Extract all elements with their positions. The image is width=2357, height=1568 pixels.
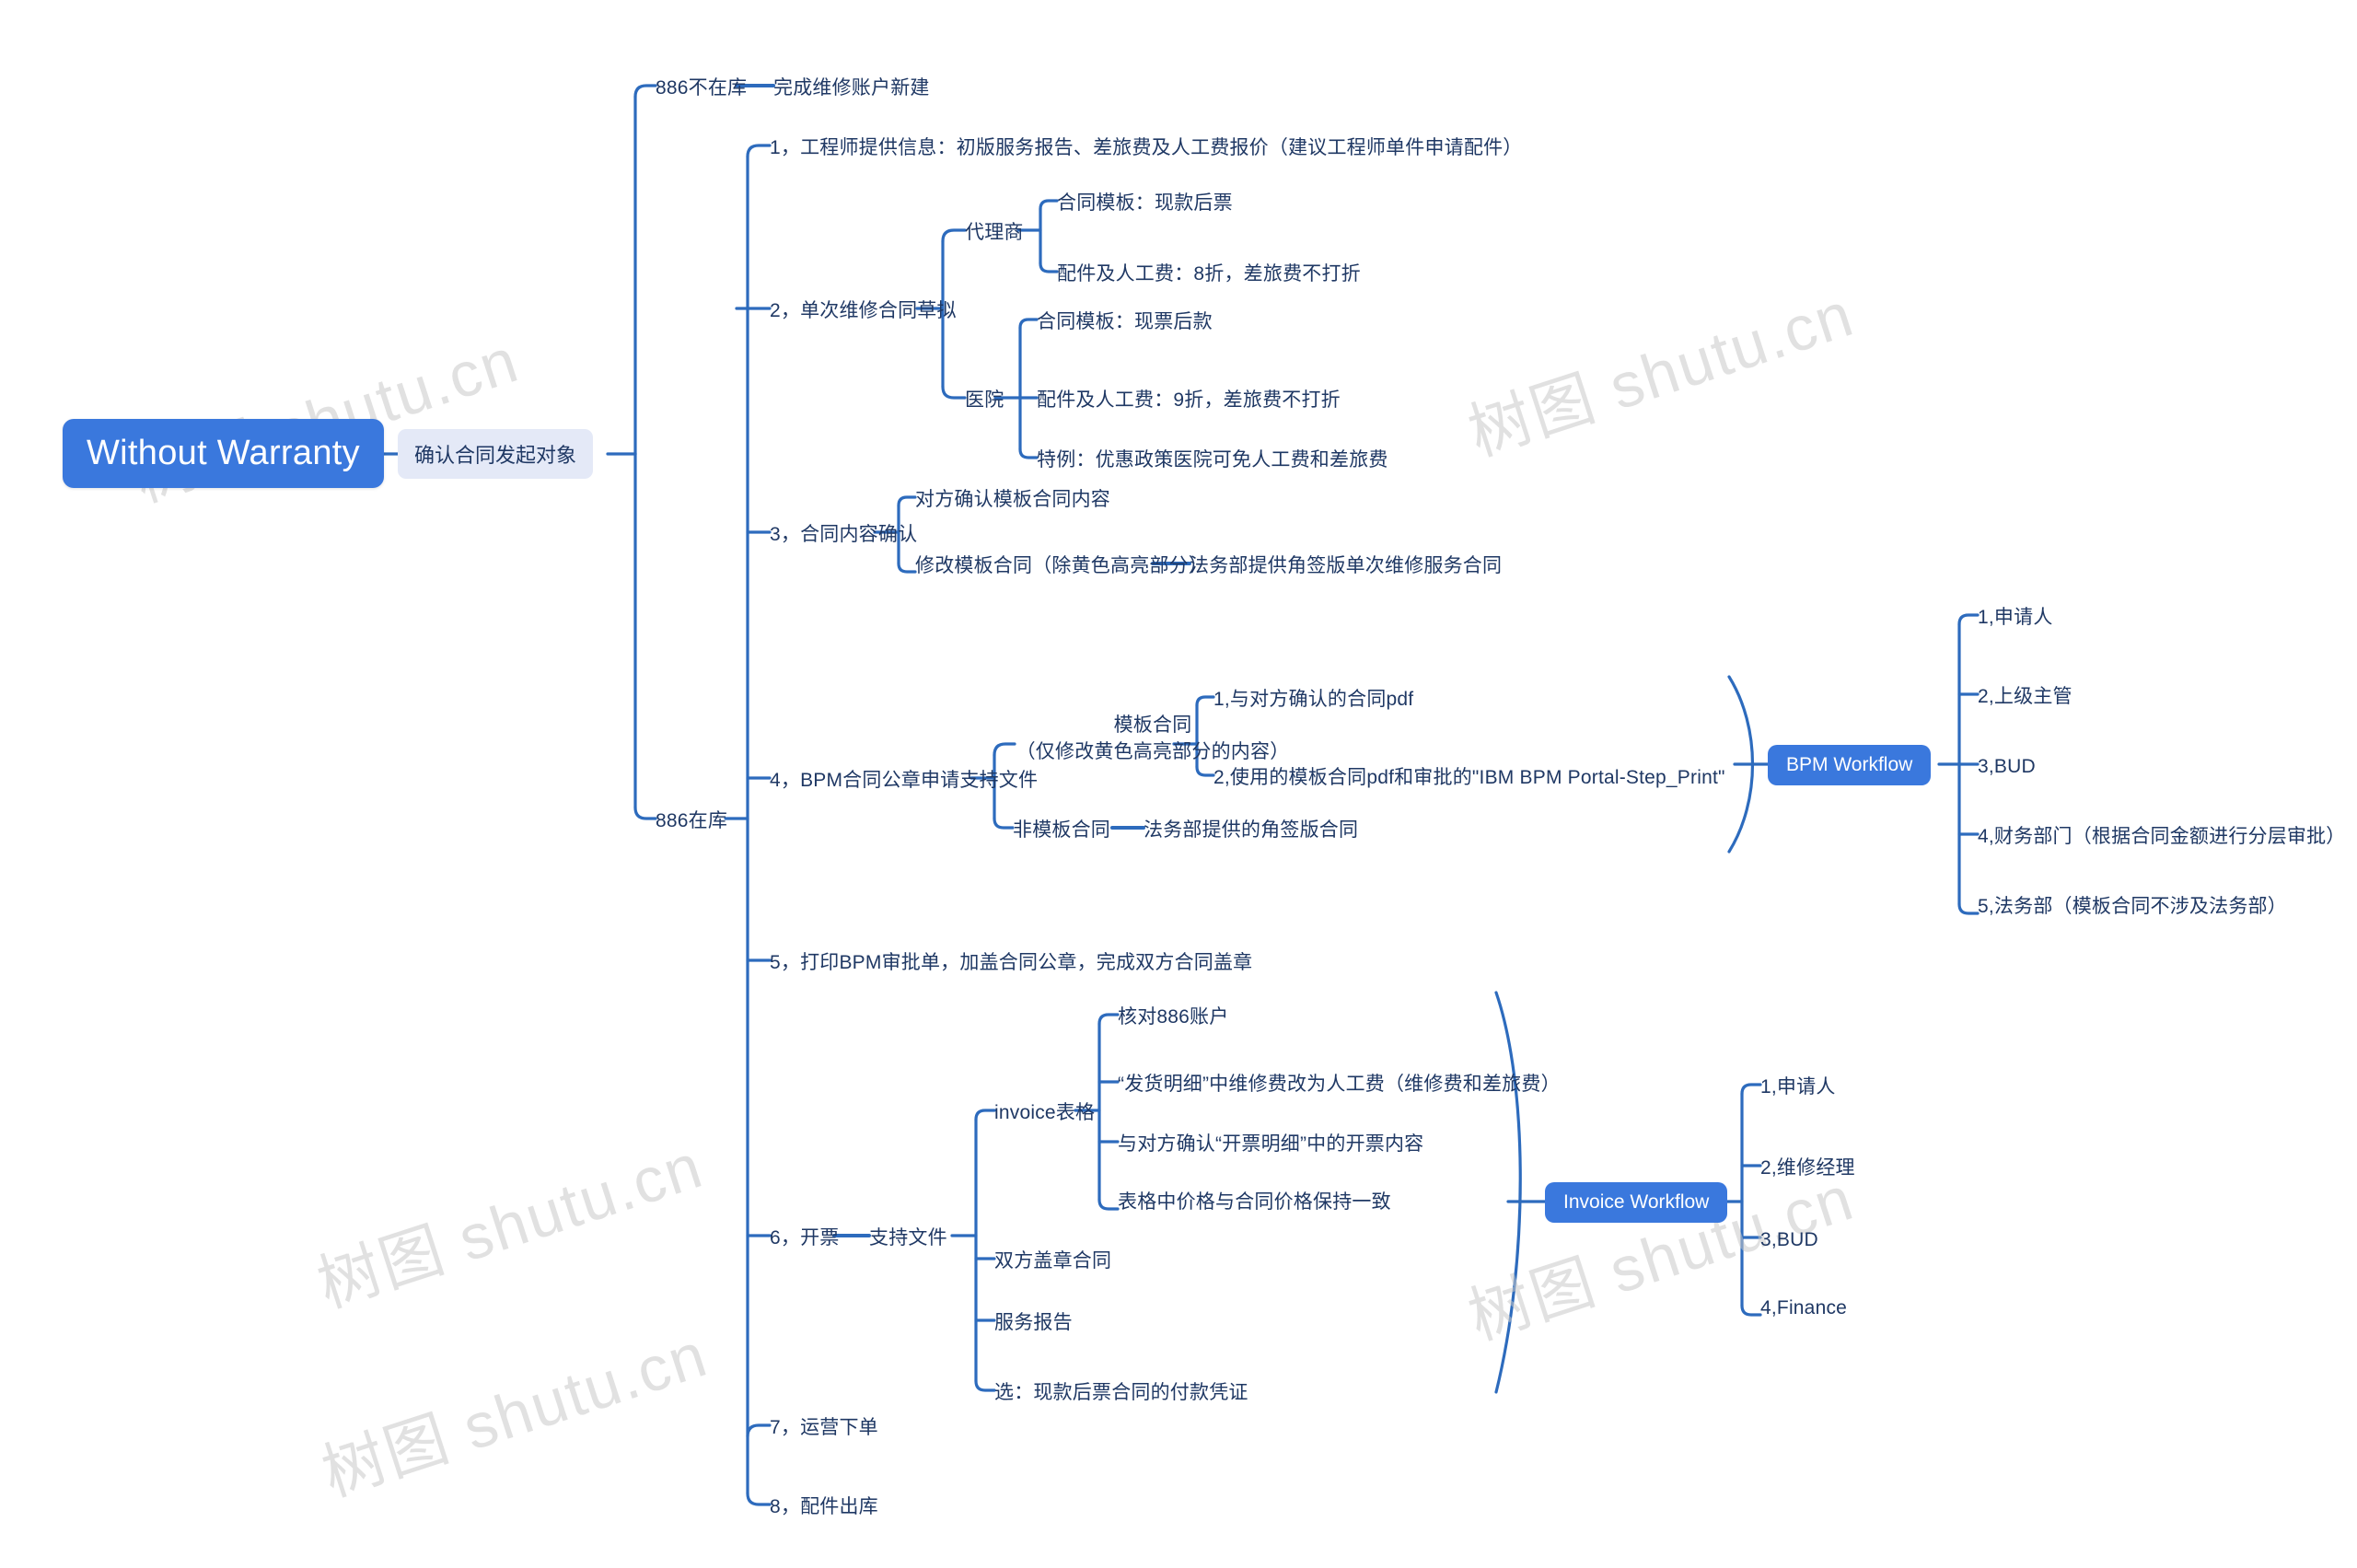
node-step-7[interactable]: 7，运营下单 — [770, 1414, 878, 1442]
node-invoice-form[interactable]: invoice表格 — [994, 1099, 1095, 1127]
node-service-report[interactable]: 服务报告 — [994, 1309, 1073, 1337]
connector-lines — [370, 84, 1980, 1506]
node-bpm-approver-3[interactable]: 3,BUD — [1978, 753, 2036, 781]
node-invoice-form-item-1[interactable]: 核对886账户 — [1118, 1004, 1228, 1031]
node-optional-payment-voucher[interactable]: 选：现款后票合同的付款凭证 — [994, 1379, 1248, 1407]
node-invoice-form-item-2[interactable]: “发货明细”中维修费改为人工费（维修费和差旅费） — [1118, 1071, 1561, 1098]
node-bpm-approver-4[interactable]: 4,财务部门（根据合同金额进行分层审批） — [1978, 823, 2346, 851]
node-hospital-item-2[interactable]: 配件及人工费：9折，差旅费不打折 — [1037, 387, 1341, 414]
node-legal-dept-corner-sign-contract[interactable]: 法务部提供角签版单次维修服务合同 — [1190, 552, 1502, 580]
node-both-party-stamped-contract[interactable]: 双方盖章合同 — [994, 1248, 1111, 1275]
node-bpm-approver-2[interactable]: 2,上级主管 — [1978, 683, 2073, 711]
node-template-contract-line1: 模板合同 — [1113, 714, 1192, 736]
node-support-documents[interactable]: 支持文件 — [869, 1225, 947, 1252]
node-template-contract-line2: （仅修改黄色高亮部分的内容） — [1016, 740, 1290, 762]
node-step-1[interactable]: 1，工程师提供信息：初版服务报告、差旅费及人工费报价（建议工程师单件申请配件） — [770, 134, 1522, 162]
node-invoice-workflow[interactable]: Invoice Workflow — [1545, 1182, 1728, 1223]
node-step3-item-2[interactable]: 修改模板合同（除黄色高亮部分） — [915, 552, 1208, 580]
node-agent-item-1[interactable]: 合同模板：现款后票 — [1057, 190, 1233, 217]
node-template-contract-doc-1[interactable]: 1,与对方确认的合同pdf — [1213, 686, 1413, 714]
node-invoice-form-item-4[interactable]: 表格中价格与合同价格保持一致 — [1118, 1189, 1391, 1216]
watermark: 树图 shutu.cn — [309, 1131, 711, 1320]
node-complete-repair-account-creation[interactable]: 完成维修账户新建 — [773, 75, 930, 102]
root-node[interactable]: Without Warranty — [63, 419, 384, 488]
node-step-8[interactable]: 8，配件出库 — [770, 1493, 878, 1521]
node-hospital-item-3[interactable]: 特例：优惠政策医院可免人工费和差旅费 — [1037, 447, 1388, 474]
node-886-not-in-stock[interactable]: 886不在库 — [656, 75, 747, 102]
node-hospital-item-1[interactable]: 合同模板：现票后款 — [1037, 308, 1213, 336]
node-invoice-approver-1[interactable]: 1,申请人 — [1760, 1074, 1836, 1101]
mindmap-canvas: 树图 shutu.cn 树图 shutu.cn 树图 shutu.cn 树图 s… — [0, 0, 2357, 1568]
node-invoice-approver-2[interactable]: 2,维修经理 — [1760, 1155, 1855, 1182]
node-step-4[interactable]: 4，BPM合同公章申请支持文件 — [770, 767, 1038, 795]
node-agent-item-2[interactable]: 配件及人工费：8折，差旅费不打折 — [1057, 261, 1361, 288]
node-invoice-approver-4[interactable]: 4,Finance — [1760, 1295, 1847, 1322]
node-step3-item-1[interactable]: 对方确认模板合同内容 — [915, 486, 1110, 514]
node-non-template-contract-child[interactable]: 法务部提供的角签版合同 — [1144, 817, 1358, 844]
node-bpm-workflow[interactable]: BPM Workflow — [1768, 745, 1932, 785]
watermark: 树图 shutu.cn — [314, 1319, 715, 1509]
node-bpm-approver-5[interactable]: 5,法务部（模板合同不涉及法务部） — [1978, 893, 2287, 921]
node-step-5[interactable]: 5，打印BPM审批单，加盖合同公章，完成双方合同盖章 — [770, 949, 1252, 977]
node-step-3[interactable]: 3，合同内容确认 — [770, 521, 917, 549]
node-step-6[interactable]: 6，开票 — [770, 1225, 839, 1252]
node-template-contract-doc-2[interactable]: 2,使用的模板合同pdf和审批的"IBM BPM Portal-Step_Pri… — [1213, 764, 1725, 792]
node-invoice-approver-3[interactable]: 3,BUD — [1760, 1226, 1818, 1254]
node-bpm-approver-1[interactable]: 1,申请人 — [1978, 604, 2053, 632]
node-non-template-contract[interactable]: 非模板合同 — [1013, 817, 1110, 844]
node-template-contract[interactable]: 模板合同 （仅修改黄色高亮部分的内容） — [1015, 713, 1291, 766]
watermark-layer: 树图 shutu.cn 树图 shutu.cn 树图 shutu.cn 树图 s… — [125, 279, 1862, 1509]
node-agent[interactable]: 代理商 — [965, 219, 1024, 247]
node-886-in-stock[interactable]: 886在库 — [656, 807, 727, 835]
node-hospital[interactable]: 医院 — [965, 387, 1004, 414]
watermark: 树图 shutu.cn — [1460, 279, 1862, 469]
node-step-2[interactable]: 2，单次维修合同草拟 — [770, 297, 957, 325]
node-confirm-contract-initiator[interactable]: 确认合同发起对象 — [398, 429, 594, 479]
node-invoice-form-item-3[interactable]: 与对方确认“开票明细”中的开票内容 — [1118, 1131, 1423, 1158]
